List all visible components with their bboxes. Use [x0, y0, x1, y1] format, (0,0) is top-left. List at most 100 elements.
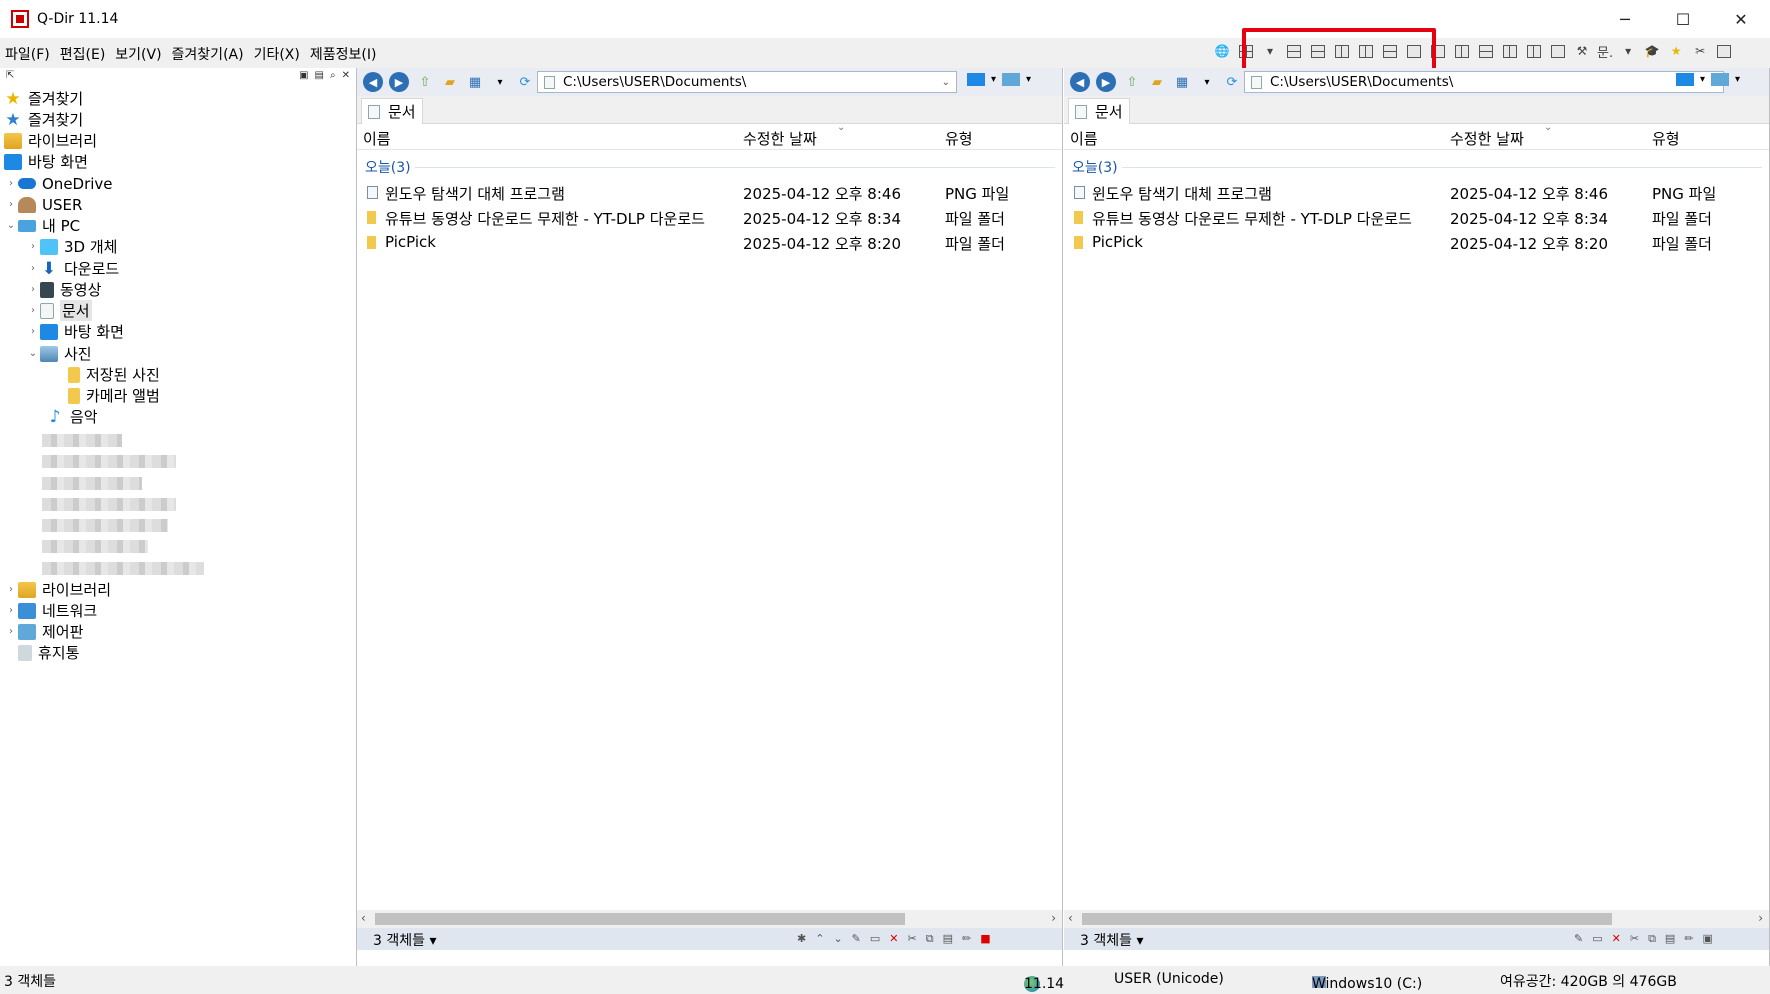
tree-item-music[interactable]: ♪ 음악 — [46, 406, 98, 427]
layout-2v-icon[interactable] — [1357, 42, 1375, 60]
menu-favorites[interactable]: 즐겨찾기(A) — [172, 44, 244, 64]
scroll-left-icon[interactable]: ‹ — [361, 911, 366, 925]
menu-extras[interactable]: 기타(X) — [254, 44, 300, 64]
layout-mirror-icon[interactable] — [1525, 42, 1543, 60]
tree-item-documents[interactable]: › 문서 — [26, 300, 92, 321]
object-count-dropdown[interactable]: 3 객체들 ▾ — [373, 930, 436, 950]
tree-item-libraries[interactable]: › 라이브러리 — [4, 579, 111, 600]
tab-documents[interactable]: 문서 — [361, 98, 423, 124]
back-button[interactable]: ◀ — [363, 72, 383, 92]
menu-file[interactable]: 파일(F) — [5, 44, 50, 64]
view-dropdown-icon[interactable]: ▾ — [491, 73, 509, 91]
forward-button[interactable]: ▶ — [389, 72, 409, 92]
group-header-today[interactable]: 오늘(3) — [1072, 157, 1762, 177]
horizontal-scrollbar[interactable]: ‹ › — [357, 910, 1062, 928]
file-row[interactable]: 윈도우 탐색기 대체 프로그램 2025-04-12 오후 8:46 PNG 파… — [357, 181, 1062, 203]
tree-item-library[interactable]: 라이브러리 — [4, 130, 97, 151]
tab-documents[interactable]: 문서 — [1068, 98, 1130, 124]
tree-item-favorites-2[interactable]: ★ 즐겨찾기 — [4, 109, 83, 130]
paste-icon[interactable]: ▤ — [1665, 932, 1675, 946]
tree-item-control-panel[interactable]: › 제어판 — [4, 621, 83, 642]
tree-item-desktop-2[interactable]: › 바탕 화면 — [26, 321, 124, 342]
edit-icon[interactable]: ✏ — [962, 932, 971, 946]
refresh-icon[interactable]: ⟳ — [1223, 73, 1241, 91]
menu-edit[interactable]: 편집(E) — [60, 44, 106, 64]
tree-item-network[interactable]: › 네트워크 — [4, 600, 97, 621]
layout-quad-icon[interactable] — [1237, 42, 1255, 60]
menu-product-info[interactable]: 제품정보(I) — [310, 44, 377, 64]
maximize-button[interactable]: ☐ — [1654, 0, 1712, 38]
copy-icon[interactable]: ⧉ — [926, 932, 934, 946]
layout-3b-icon[interactable] — [1309, 42, 1327, 60]
hat-icon[interactable]: 🎓 — [1643, 42, 1661, 60]
layout-single-icon[interactable] — [1429, 42, 1447, 60]
monitor-icon[interactable] — [1676, 73, 1694, 86]
chevron-right-icon[interactable]: › — [26, 263, 40, 274]
tree-item-saved-pictures[interactable]: 저장된 사진 — [68, 364, 160, 385]
monitor-icon[interactable] — [967, 73, 985, 86]
chevron-down-icon[interactable]: ▾ — [991, 74, 996, 85]
column-modified[interactable]: 수정한 날짜 — [1450, 128, 1524, 149]
new-item-icon[interactable]: ✎ — [852, 932, 861, 946]
globe-icon[interactable]: 🌐 — [1213, 42, 1231, 60]
window-icon[interactable] — [1715, 42, 1733, 60]
copy-icon[interactable]: ⧉ — [1648, 932, 1656, 946]
file-row[interactable]: 유튜브 동영상 다운로드 무제한 - YT-DLP 다운로드 2025-04-1… — [357, 206, 1062, 228]
tree-item-onedrive[interactable]: › OneDrive — [4, 173, 113, 194]
chevron-down-icon[interactable]: ▾ — [1026, 74, 1031, 85]
tree-layout-icon[interactable]: ▣ — [299, 70, 308, 81]
file-row[interactable]: PicPick 2025-04-12 오후 8:20 파일 폴더 — [1064, 231, 1769, 253]
tree-item-recycle-bin[interactable]: 휴지통 — [4, 642, 79, 663]
paste-icon[interactable]: ▤ — [943, 932, 953, 946]
view-mode-icon[interactable]: ▦ — [466, 73, 484, 91]
layout-top-icon[interactable] — [1477, 42, 1495, 60]
minimize-button[interactable]: ─ — [1596, 0, 1654, 38]
tree-page-icon[interactable]: ▤ — [315, 70, 324, 81]
tree-item-desktop[interactable]: 바탕 화면 — [4, 151, 88, 172]
view-dropdown-icon[interactable]: ▾ — [1198, 73, 1216, 91]
close-button[interactable]: ✕ — [1712, 0, 1770, 38]
tools-icon[interactable]: ⚒ — [1573, 42, 1591, 60]
close-pane-icon[interactable]: ▣ — [1703, 932, 1713, 946]
layout-3-icon[interactable] — [1285, 42, 1303, 60]
cut-icon[interactable]: ✂ — [908, 932, 917, 946]
object-count-dropdown[interactable]: 3 객체들 ▾ — [1080, 930, 1143, 950]
chevron-down-icon[interactable]: ⌄ — [26, 348, 40, 359]
open-folder-icon[interactable]: ▰ — [1148, 73, 1166, 91]
column-name[interactable]: 이름 — [363, 128, 391, 149]
view-mode-icon[interactable]: ▦ — [1173, 73, 1191, 91]
scroll-right-icon[interactable]: › — [1051, 911, 1056, 925]
layout-3c-icon[interactable] — [1333, 42, 1351, 60]
settings-tools-icon[interactable]: ✂ — [1691, 42, 1709, 60]
address-bar[interactable]: C:\Users\USER\Documents\ ⌄ — [537, 71, 957, 93]
chevron-right-icon[interactable]: › — [4, 199, 18, 210]
doc-dropdown-icon[interactable]: ▾ — [1619, 42, 1637, 60]
column-modified[interactable]: 수정한 날짜 — [743, 128, 817, 149]
layout-full-icon[interactable] — [1549, 42, 1567, 60]
chevron-right-icon[interactable]: › — [4, 584, 18, 595]
close-pane-icon[interactable]: ■ — [980, 932, 990, 946]
chevron-right-icon[interactable]: › — [26, 241, 40, 252]
chevron-right-icon[interactable]: › — [4, 626, 18, 637]
scroll-right-icon[interactable]: › — [1758, 911, 1763, 925]
menu-view[interactable]: 보기(V) — [115, 44, 161, 64]
edit-icon[interactable]: ✏ — [1684, 932, 1693, 946]
up-folder-icon[interactable]: ⇧ — [416, 73, 434, 91]
tree-item-videos[interactable]: › 동영상 — [26, 279, 101, 300]
doc-menu-label[interactable]: 문. — [1597, 42, 1613, 61]
scroll-thumb[interactable] — [375, 913, 905, 925]
tree-find-icon[interactable]: ⌕ — [330, 70, 336, 81]
column-name[interactable]: 이름 — [1070, 128, 1098, 149]
rename-icon[interactable]: ▭ — [870, 932, 880, 946]
refresh-icon[interactable]: ⟳ — [516, 73, 534, 91]
pin-icon[interactable]: ✱ — [797, 932, 806, 946]
chevron-right-icon[interactable]: › — [26, 305, 40, 316]
pin-icon[interactable]: ⇱ — [6, 70, 14, 81]
horizontal-scrollbar[interactable]: ‹ › — [1064, 910, 1769, 928]
chevron-right-icon[interactable]: › — [26, 284, 40, 295]
group-header-today[interactable]: 오늘(3) — [365, 157, 1055, 177]
file-row[interactable]: PicPick 2025-04-12 오후 8:20 파일 폴더 — [357, 231, 1062, 253]
chevron-down-icon[interactable]: ⌄ — [4, 220, 18, 231]
tree-item-user[interactable]: › USER — [4, 194, 82, 215]
layout-2h-icon[interactable] — [1381, 42, 1399, 60]
